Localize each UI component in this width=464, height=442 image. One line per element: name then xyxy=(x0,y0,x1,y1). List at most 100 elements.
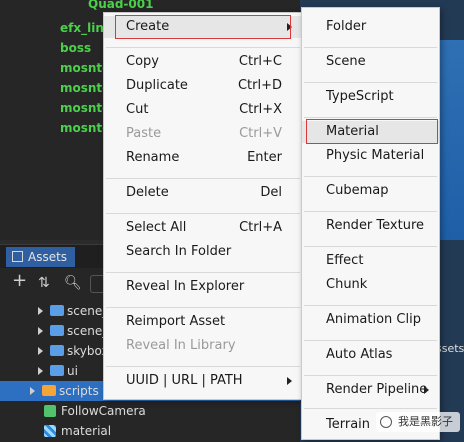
menu-item-paste[interactable]: Paste Ctrl+V xyxy=(104,123,302,145)
sort-icon[interactable]: ⇅ xyxy=(38,274,50,292)
tree-row-label: FollowCamera xyxy=(61,404,146,418)
submenu-item-label: Scene xyxy=(326,54,366,69)
submenu-item-material[interactable]: Material xyxy=(302,121,439,143)
lock-icon xyxy=(12,251,23,262)
menu-item-label: Duplicate xyxy=(126,78,188,93)
menu-separator xyxy=(106,213,300,214)
menu-item-duplicate[interactable]: Duplicate Ctrl+D xyxy=(104,75,302,97)
menu-item-label: UUID | URL | PATH xyxy=(126,373,243,388)
side-panel-tab[interactable]: ssets xyxy=(436,342,464,358)
submenu-arrow-icon xyxy=(424,386,429,394)
menu-item-select-all[interactable]: Select All Ctrl+A xyxy=(104,217,302,239)
submenu-item-effect[interactable]: Effect xyxy=(302,250,439,272)
menu-item-label: Create xyxy=(126,19,170,34)
hierarchy-row[interactable]: boss xyxy=(60,38,91,58)
submenu-item-folder[interactable]: Folder xyxy=(302,16,439,38)
menu-item-uuid-url-path[interactable]: UUID | URL | PATH xyxy=(104,370,302,392)
submenu-item-auto-atlas[interactable]: Auto Atlas xyxy=(302,344,439,366)
menu-item-search-in-folder[interactable]: Search In Folder xyxy=(104,241,302,263)
folder-icon xyxy=(50,305,64,316)
submenu-item-physic-material[interactable]: Physic Material xyxy=(302,145,439,167)
submenu-item-label: Chunk xyxy=(326,277,368,292)
tab-assets[interactable]: Assets xyxy=(6,247,76,267)
menu-separator xyxy=(304,117,437,118)
chevron-right-icon[interactable] xyxy=(38,347,43,355)
submenu-item-label: Folder xyxy=(326,19,367,34)
menu-separator xyxy=(106,307,300,308)
menu-separator xyxy=(304,176,437,177)
menu-item-shortcut: Ctrl+D xyxy=(237,78,282,93)
menu-item-shortcut: Ctrl+V xyxy=(239,126,282,141)
menu-item-label: Delete xyxy=(126,185,169,200)
tree-row[interactable]: FollowCamera xyxy=(0,401,300,421)
menu-separator xyxy=(304,375,437,376)
chevron-right-icon[interactable] xyxy=(38,307,43,315)
submenu-item-cubemap[interactable]: Cubemap xyxy=(302,180,439,202)
menu-item-delete[interactable]: Delete Del xyxy=(104,182,302,204)
menu-item-shortcut: Ctrl+A xyxy=(239,220,282,235)
menu-item-create[interactable]: Create xyxy=(104,16,302,38)
folder-icon xyxy=(50,325,64,336)
submenu-item-label: Render Pipeline xyxy=(326,382,428,397)
menu-item-shortcut: Ctrl+C xyxy=(238,54,282,69)
menu-item-shortcut: Ctrl+X xyxy=(239,102,282,117)
submenu-item-label: Effect xyxy=(326,253,364,268)
submenu-arrow-icon xyxy=(287,23,292,31)
tree-row[interactable]: material xyxy=(0,421,300,441)
submenu-item-scene[interactable]: Scene xyxy=(302,51,439,73)
menu-item-label: Reimport Asset xyxy=(126,314,226,329)
menu-item-label: Reveal In Explorer xyxy=(126,279,245,294)
submenu-item-label: Physic Material xyxy=(326,148,425,163)
menu-item-label: Search In Folder xyxy=(126,244,232,259)
submenu-item-label: Terrain xyxy=(326,417,371,432)
submenu-item-typescript[interactable]: TypeScript xyxy=(302,86,439,108)
add-icon[interactable]: + xyxy=(12,272,27,290)
menu-item-reveal-in-library[interactable]: Reveal In Library xyxy=(104,335,302,357)
menu-separator xyxy=(304,408,437,409)
menu-separator xyxy=(106,178,300,179)
submenu-item-render-pipeline[interactable]: Render Pipeline xyxy=(302,379,439,401)
submenu-item-label: Cubemap xyxy=(326,183,389,198)
tree-row-label: ui xyxy=(67,364,78,378)
submenu-arrow-icon xyxy=(287,377,292,385)
menu-separator xyxy=(304,211,437,212)
menu-item-label: Copy xyxy=(126,54,159,69)
submenu-item-chunk[interactable]: Chunk xyxy=(302,274,439,296)
search-icon[interactable]: 🔍︎ xyxy=(64,274,82,292)
tree-row-label: scripts xyxy=(59,384,99,398)
create-submenu: Folder Scene TypeScript Material Physic … xyxy=(301,7,440,440)
chevron-right-icon[interactable] xyxy=(30,387,35,395)
chevron-right-icon[interactable] xyxy=(38,327,43,335)
menu-item-cut[interactable]: Cut Ctrl+X xyxy=(104,99,302,121)
material-icon xyxy=(44,425,56,437)
menu-item-label: Select All xyxy=(126,220,187,235)
menu-item-label: Rename xyxy=(126,150,180,165)
menu-separator xyxy=(304,82,437,83)
chevron-right-icon[interactable] xyxy=(38,367,43,375)
submenu-item-label: Animation Clip xyxy=(326,312,421,327)
context-menu: Create Copy Ctrl+C Duplicate Ctrl+D Cut … xyxy=(103,12,303,400)
menu-item-reveal-in-explorer[interactable]: Reveal In Explorer xyxy=(104,276,302,298)
submenu-item-label: TypeScript xyxy=(326,89,394,104)
menu-item-label: Paste xyxy=(126,126,162,141)
tab-assets-label: Assets xyxy=(28,250,68,264)
submenu-item-render-texture[interactable]: Render Texture xyxy=(302,215,439,237)
tree-row-label: material xyxy=(61,424,112,438)
submenu-item-label: Render Texture xyxy=(326,218,425,233)
script-icon xyxy=(44,405,56,417)
menu-separator xyxy=(304,47,437,48)
menu-item-copy[interactable]: Copy Ctrl+C xyxy=(104,51,302,73)
menu-separator xyxy=(106,272,300,273)
menu-item-shortcut: Enter xyxy=(247,150,282,165)
menu-item-reimport-asset[interactable]: Reimport Asset xyxy=(104,311,302,333)
menu-separator xyxy=(304,246,437,247)
menu-separator xyxy=(106,47,300,48)
wechat-icon xyxy=(380,416,392,428)
menu-item-rename[interactable]: Rename Enter xyxy=(104,147,302,169)
menu-separator xyxy=(304,305,437,306)
folder-icon xyxy=(50,365,64,376)
folder-icon xyxy=(50,345,64,356)
submenu-item-animation-clip[interactable]: Animation Clip xyxy=(302,309,439,331)
watermark: 我是黑影子 xyxy=(376,412,460,432)
folder-icon xyxy=(42,385,56,396)
